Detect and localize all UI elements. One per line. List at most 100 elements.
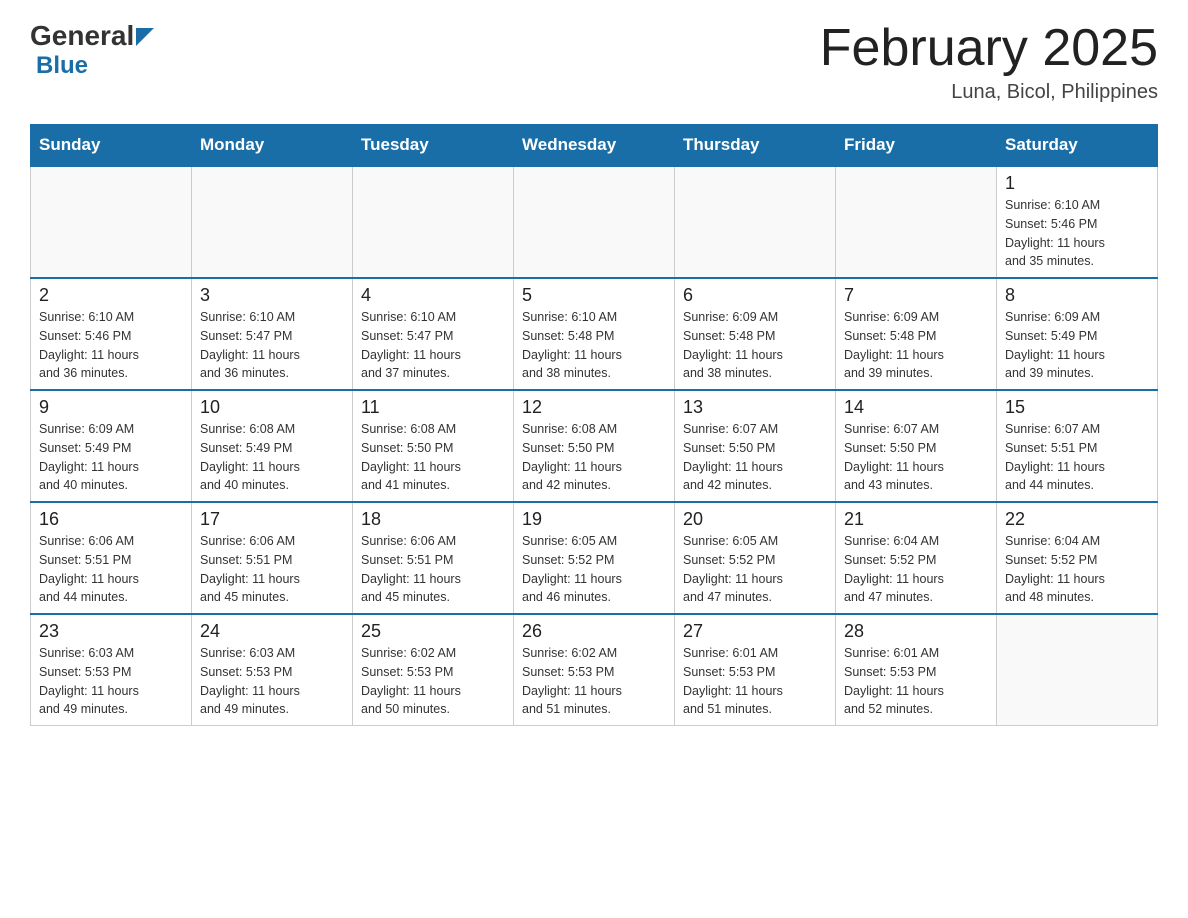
day-number: 25 xyxy=(361,621,505,642)
day-number: 24 xyxy=(200,621,344,642)
calendar-cell: 3Sunrise: 6:10 AM Sunset: 5:47 PM Daylig… xyxy=(192,278,353,390)
calendar-cell: 22Sunrise: 6:04 AM Sunset: 5:52 PM Dayli… xyxy=(997,502,1158,614)
day-number: 4 xyxy=(361,285,505,306)
week-row-5: 23Sunrise: 6:03 AM Sunset: 5:53 PM Dayli… xyxy=(31,614,1158,726)
logo-arrow-icon xyxy=(136,28,154,46)
day-number: 27 xyxy=(683,621,827,642)
day-info: Sunrise: 6:04 AM Sunset: 5:52 PM Dayligh… xyxy=(844,532,988,607)
calendar-cell: 4Sunrise: 6:10 AM Sunset: 5:47 PM Daylig… xyxy=(353,278,514,390)
day-number: 21 xyxy=(844,509,988,530)
day-number: 13 xyxy=(683,397,827,418)
day-number: 28 xyxy=(844,621,988,642)
calendar-cell: 16Sunrise: 6:06 AM Sunset: 5:51 PM Dayli… xyxy=(31,502,192,614)
day-info: Sunrise: 6:10 AM Sunset: 5:48 PM Dayligh… xyxy=(522,308,666,383)
day-info: Sunrise: 6:02 AM Sunset: 5:53 PM Dayligh… xyxy=(361,644,505,719)
day-number: 12 xyxy=(522,397,666,418)
day-info: Sunrise: 6:09 AM Sunset: 5:49 PM Dayligh… xyxy=(39,420,183,495)
calendar-cell: 8Sunrise: 6:09 AM Sunset: 5:49 PM Daylig… xyxy=(997,278,1158,390)
day-info: Sunrise: 6:06 AM Sunset: 5:51 PM Dayligh… xyxy=(361,532,505,607)
calendar-cell: 23Sunrise: 6:03 AM Sunset: 5:53 PM Dayli… xyxy=(31,614,192,726)
calendar-cell: 13Sunrise: 6:07 AM Sunset: 5:50 PM Dayli… xyxy=(675,390,836,502)
day-info: Sunrise: 6:10 AM Sunset: 5:47 PM Dayligh… xyxy=(361,308,505,383)
calendar-cell: 7Sunrise: 6:09 AM Sunset: 5:48 PM Daylig… xyxy=(836,278,997,390)
day-info: Sunrise: 6:10 AM Sunset: 5:46 PM Dayligh… xyxy=(39,308,183,383)
day-number: 23 xyxy=(39,621,183,642)
calendar-cell xyxy=(353,166,514,278)
weekday-header-friday: Friday xyxy=(836,125,997,167)
day-info: Sunrise: 6:05 AM Sunset: 5:52 PM Dayligh… xyxy=(522,532,666,607)
day-info: Sunrise: 6:08 AM Sunset: 5:50 PM Dayligh… xyxy=(522,420,666,495)
day-number: 15 xyxy=(1005,397,1149,418)
calendar-cell: 25Sunrise: 6:02 AM Sunset: 5:53 PM Dayli… xyxy=(353,614,514,726)
calendar-cell: 2Sunrise: 6:10 AM Sunset: 5:46 PM Daylig… xyxy=(31,278,192,390)
calendar-cell xyxy=(192,166,353,278)
day-info: Sunrise: 6:10 AM Sunset: 5:47 PM Dayligh… xyxy=(200,308,344,383)
calendar-cell: 24Sunrise: 6:03 AM Sunset: 5:53 PM Dayli… xyxy=(192,614,353,726)
calendar-cell: 17Sunrise: 6:06 AM Sunset: 5:51 PM Dayli… xyxy=(192,502,353,614)
calendar-cell: 1Sunrise: 6:10 AM Sunset: 5:46 PM Daylig… xyxy=(997,166,1158,278)
day-number: 9 xyxy=(39,397,183,418)
week-row-4: 16Sunrise: 6:06 AM Sunset: 5:51 PM Dayli… xyxy=(31,502,1158,614)
day-info: Sunrise: 6:09 AM Sunset: 5:49 PM Dayligh… xyxy=(1005,308,1149,383)
day-info: Sunrise: 6:06 AM Sunset: 5:51 PM Dayligh… xyxy=(200,532,344,607)
day-info: Sunrise: 6:08 AM Sunset: 5:49 PM Dayligh… xyxy=(200,420,344,495)
calendar-cell: 14Sunrise: 6:07 AM Sunset: 5:50 PM Dayli… xyxy=(836,390,997,502)
day-info: Sunrise: 6:01 AM Sunset: 5:53 PM Dayligh… xyxy=(683,644,827,719)
logo-general-text: General xyxy=(30,20,134,52)
calendar-cell: 15Sunrise: 6:07 AM Sunset: 5:51 PM Dayli… xyxy=(997,390,1158,502)
day-number: 11 xyxy=(361,397,505,418)
weekday-header-monday: Monday xyxy=(192,125,353,167)
calendar-cell: 27Sunrise: 6:01 AM Sunset: 5:53 PM Dayli… xyxy=(675,614,836,726)
calendar-cell: 21Sunrise: 6:04 AM Sunset: 5:52 PM Dayli… xyxy=(836,502,997,614)
day-number: 10 xyxy=(200,397,344,418)
day-info: Sunrise: 6:02 AM Sunset: 5:53 PM Dayligh… xyxy=(522,644,666,719)
day-number: 6 xyxy=(683,285,827,306)
calendar-cell: 12Sunrise: 6:08 AM Sunset: 5:50 PM Dayli… xyxy=(514,390,675,502)
day-info: Sunrise: 6:08 AM Sunset: 5:50 PM Dayligh… xyxy=(361,420,505,495)
day-info: Sunrise: 6:04 AM Sunset: 5:52 PM Dayligh… xyxy=(1005,532,1149,607)
day-number: 14 xyxy=(844,397,988,418)
weekday-header-tuesday: Tuesday xyxy=(353,125,514,167)
day-number: 26 xyxy=(522,621,666,642)
calendar-subtitle: Luna, Bicol, Philippines xyxy=(820,81,1158,104)
day-number: 1 xyxy=(1005,173,1149,194)
day-number: 3 xyxy=(200,285,344,306)
day-info: Sunrise: 6:07 AM Sunset: 5:50 PM Dayligh… xyxy=(844,420,988,495)
day-info: Sunrise: 6:09 AM Sunset: 5:48 PM Dayligh… xyxy=(844,308,988,383)
calendar-cell xyxy=(514,166,675,278)
day-info: Sunrise: 6:09 AM Sunset: 5:48 PM Dayligh… xyxy=(683,308,827,383)
day-number: 5 xyxy=(522,285,666,306)
calendar-table: SundayMondayTuesdayWednesdayThursdayFrid… xyxy=(30,124,1158,726)
day-info: Sunrise: 6:07 AM Sunset: 5:51 PM Dayligh… xyxy=(1005,420,1149,495)
day-info: Sunrise: 6:05 AM Sunset: 5:52 PM Dayligh… xyxy=(683,532,827,607)
week-row-2: 2Sunrise: 6:10 AM Sunset: 5:46 PM Daylig… xyxy=(31,278,1158,390)
day-info: Sunrise: 6:10 AM Sunset: 5:46 PM Dayligh… xyxy=(1005,196,1149,271)
calendar-cell xyxy=(31,166,192,278)
week-row-1: 1Sunrise: 6:10 AM Sunset: 5:46 PM Daylig… xyxy=(31,166,1158,278)
weekday-header-sunday: Sunday xyxy=(31,125,192,167)
day-number: 18 xyxy=(361,509,505,530)
day-number: 19 xyxy=(522,509,666,530)
calendar-cell: 11Sunrise: 6:08 AM Sunset: 5:50 PM Dayli… xyxy=(353,390,514,502)
day-number: 20 xyxy=(683,509,827,530)
logo: General Blue xyxy=(30,20,154,80)
calendar-title: February 2025 xyxy=(820,20,1158,77)
calendar-cell xyxy=(836,166,997,278)
day-info: Sunrise: 6:03 AM Sunset: 5:53 PM Dayligh… xyxy=(39,644,183,719)
weekday-header-row: SundayMondayTuesdayWednesdayThursdayFrid… xyxy=(31,125,1158,167)
calendar-cell: 5Sunrise: 6:10 AM Sunset: 5:48 PM Daylig… xyxy=(514,278,675,390)
day-number: 2 xyxy=(39,285,183,306)
calendar-cell: 19Sunrise: 6:05 AM Sunset: 5:52 PM Dayli… xyxy=(514,502,675,614)
day-number: 16 xyxy=(39,509,183,530)
weekday-header-thursday: Thursday xyxy=(675,125,836,167)
calendar-cell xyxy=(675,166,836,278)
day-info: Sunrise: 6:03 AM Sunset: 5:53 PM Dayligh… xyxy=(200,644,344,719)
calendar-cell: 28Sunrise: 6:01 AM Sunset: 5:53 PM Dayli… xyxy=(836,614,997,726)
calendar-cell: 20Sunrise: 6:05 AM Sunset: 5:52 PM Dayli… xyxy=(675,502,836,614)
day-info: Sunrise: 6:06 AM Sunset: 5:51 PM Dayligh… xyxy=(39,532,183,607)
calendar-cell: 26Sunrise: 6:02 AM Sunset: 5:53 PM Dayli… xyxy=(514,614,675,726)
day-number: 17 xyxy=(200,509,344,530)
calendar-cell: 18Sunrise: 6:06 AM Sunset: 5:51 PM Dayli… xyxy=(353,502,514,614)
day-info: Sunrise: 6:07 AM Sunset: 5:50 PM Dayligh… xyxy=(683,420,827,495)
calendar-cell: 10Sunrise: 6:08 AM Sunset: 5:49 PM Dayli… xyxy=(192,390,353,502)
